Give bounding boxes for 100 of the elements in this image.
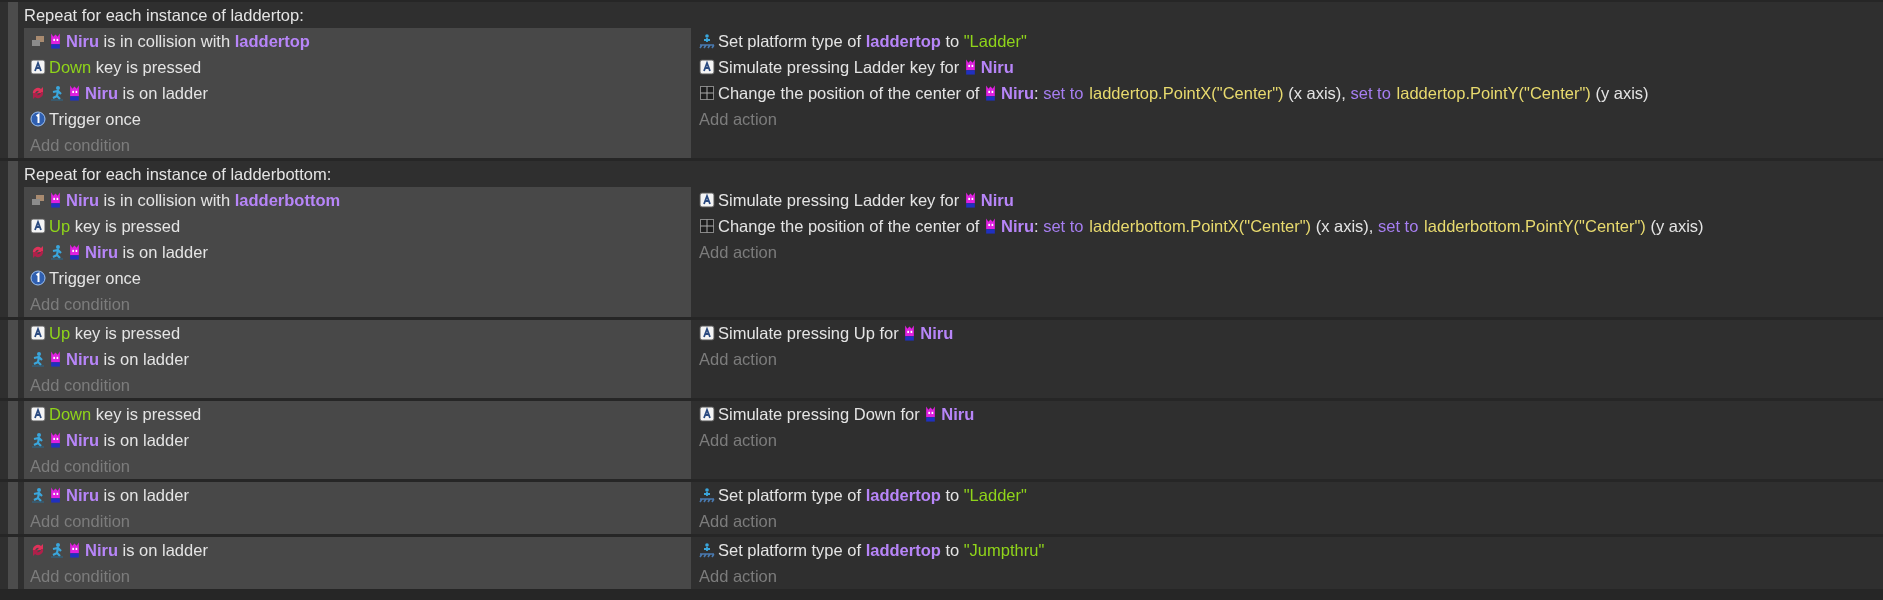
object-name: Niru xyxy=(85,540,118,561)
instruction-text: (x axis), xyxy=(1314,216,1375,237)
object-name: Niru xyxy=(66,430,99,451)
object-name: laddertop xyxy=(234,31,310,52)
object-name: Niru xyxy=(66,190,99,211)
expression-text: ladderbottom.PointY("Center") xyxy=(1424,216,1646,237)
object-name: Niru xyxy=(85,83,118,104)
parameter-value: Down xyxy=(49,57,92,78)
instruction-text: key is pressed xyxy=(73,323,181,344)
running-figure-icon xyxy=(30,351,46,367)
keyword-text: set to xyxy=(1378,216,1419,237)
object-name: Niru xyxy=(66,485,99,506)
instruction-text: (y axis) xyxy=(1649,216,1704,237)
instruction-text: is on ladder xyxy=(121,540,208,561)
add-action-link[interactable]: Add action xyxy=(699,563,1045,589)
collision-icon xyxy=(30,33,46,49)
instruction-text: Simulate pressing Ladder key for xyxy=(718,190,961,211)
instruction-text: Trigger once xyxy=(49,109,141,130)
keyboard-key-icon xyxy=(699,192,715,208)
object-name: Niru xyxy=(66,349,99,370)
instruction-text: Set platform type of xyxy=(718,485,863,506)
instruction-text: (y axis) xyxy=(1594,83,1649,104)
running-figure-icon xyxy=(30,487,46,503)
instruction-text: to xyxy=(944,485,961,506)
instruction-text: Change the position of the center of xyxy=(718,83,981,104)
instruction-text: Set platform type of xyxy=(718,540,863,561)
add-action-link[interactable]: Add action xyxy=(699,346,954,372)
object-name: Niru xyxy=(920,323,954,344)
event-handle[interactable] xyxy=(8,161,18,317)
instruction-text: to xyxy=(944,31,961,52)
instruction-text: : xyxy=(1034,83,1040,104)
keyboard-key-icon xyxy=(30,59,46,75)
keyboard-key-icon xyxy=(699,59,715,75)
platform-icon xyxy=(699,487,715,503)
keyword-text: set to xyxy=(1043,83,1084,104)
instruction-text: Simulate pressing Up for xyxy=(718,323,900,344)
keyboard-key-icon xyxy=(30,325,46,341)
keyboard-key-icon xyxy=(699,406,715,422)
event-handle[interactable] xyxy=(8,482,18,534)
number-one-icon xyxy=(30,270,46,286)
platform-icon xyxy=(699,33,715,49)
instruction-text: (x axis), xyxy=(1287,83,1347,104)
add-action-link[interactable]: Add action xyxy=(699,239,1704,265)
instruction-text: is in collision with xyxy=(102,190,232,211)
parameter-value: Up xyxy=(49,216,71,237)
keyboard-key-icon xyxy=(699,325,715,341)
object-name: laddertop xyxy=(865,485,941,506)
collision-icon xyxy=(30,192,46,208)
add-action-link[interactable]: Add action xyxy=(699,427,975,453)
instruction-text: is in collision with xyxy=(102,31,232,52)
for-each-header: Repeat for each instance of laddertop: xyxy=(24,5,305,26)
parameter-value: Down xyxy=(49,404,92,425)
object-name: Niru xyxy=(1001,83,1034,104)
instruction-text: Simulate pressing Down for xyxy=(718,404,921,425)
object-name: laddertop xyxy=(865,31,941,52)
position-grid-icon xyxy=(699,218,715,234)
parameter-value: "Ladder" xyxy=(963,31,1027,52)
object-name: Niru xyxy=(980,57,1014,78)
event-handle[interactable] xyxy=(8,320,18,398)
instruction-text: is on ladder xyxy=(121,242,208,263)
keyword-text: set to xyxy=(1350,83,1391,104)
instruction-text: Change the position of the center of xyxy=(718,216,981,237)
instruction-text: is on ladder xyxy=(102,485,189,506)
object-name: Niru xyxy=(941,404,975,425)
event-handle[interactable] xyxy=(8,2,18,158)
keyword-text: set to xyxy=(1043,216,1084,237)
event-handle[interactable] xyxy=(8,401,18,479)
object-name: Niru xyxy=(1001,216,1034,237)
keyboard-key-icon xyxy=(30,218,46,234)
position-grid-icon xyxy=(699,85,715,101)
object-name: Niru xyxy=(66,31,99,52)
object-name: Niru xyxy=(980,190,1014,211)
instruction-text: Simulate pressing Ladder key for xyxy=(718,57,961,78)
running-figure-icon xyxy=(30,432,46,448)
expression-text: ladderbottom.PointX("Center") xyxy=(1089,216,1312,237)
parameter-value: "Ladder" xyxy=(963,485,1027,506)
expression-text: laddertop.PointX("Center") xyxy=(1089,83,1284,104)
keyboard-key-icon xyxy=(30,406,46,422)
object-name: ladderbottom xyxy=(234,190,341,211)
instruction-text: key is pressed xyxy=(94,404,202,425)
running-figure-icon xyxy=(49,244,65,260)
instruction-text: : xyxy=(1034,216,1040,237)
instruction-text: key is pressed xyxy=(73,216,181,237)
running-figure-icon xyxy=(49,542,65,558)
instruction-text: is on ladder xyxy=(102,349,189,370)
object-name: laddertop xyxy=(865,540,941,561)
add-action-link[interactable]: Add action xyxy=(699,508,1027,534)
for-each-header: Repeat for each instance of ladderbottom: xyxy=(24,164,333,185)
object-name: Niru xyxy=(85,242,118,263)
instruction-text: is on ladder xyxy=(102,430,189,451)
instruction-text: is on ladder xyxy=(121,83,208,104)
add-action-link[interactable]: Add action xyxy=(699,106,1649,132)
platform-icon xyxy=(699,542,715,558)
running-figure-icon xyxy=(49,85,65,101)
parameter-value: "Jumpthru" xyxy=(963,540,1045,561)
instruction-text: to xyxy=(944,540,961,561)
parameter-value: Up xyxy=(49,323,71,344)
instruction-text: key is pressed xyxy=(94,57,202,78)
expression-text: laddertop.PointY("Center") xyxy=(1396,83,1591,104)
event-handle[interactable] xyxy=(8,537,18,589)
